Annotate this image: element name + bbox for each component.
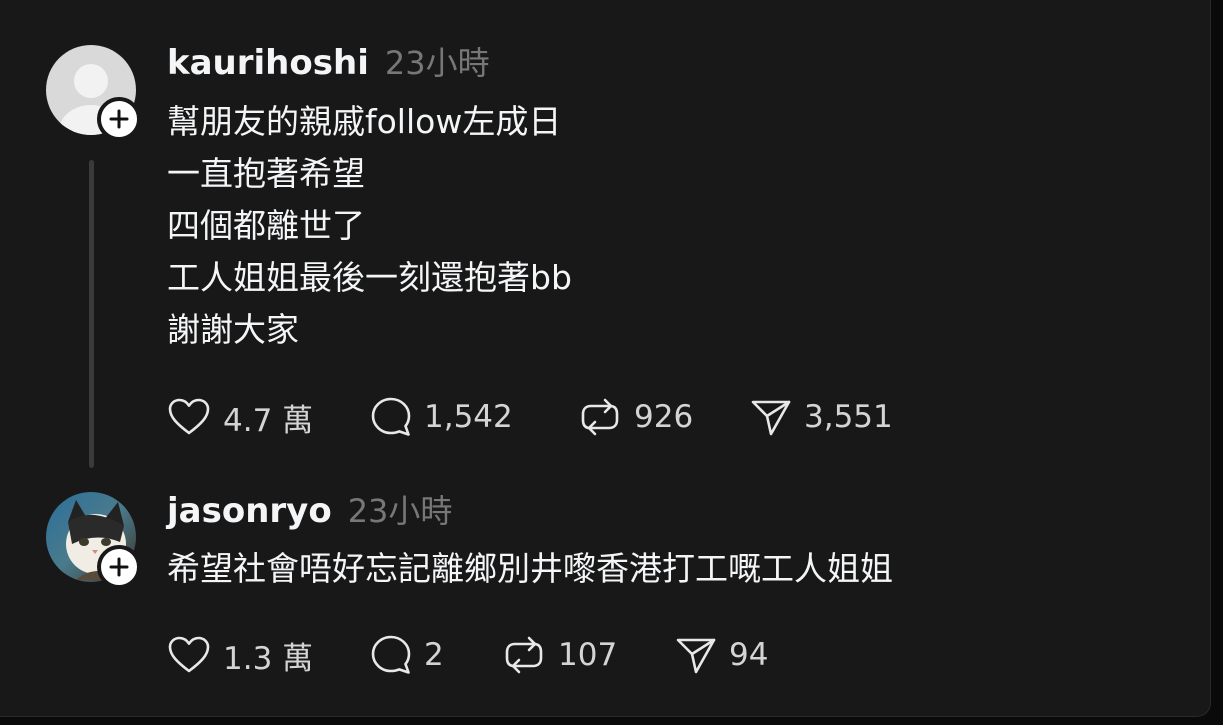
thread-line [89, 160, 94, 468]
timestamp[interactable]: 23小時 [385, 38, 490, 84]
repost-button[interactable]: 926 [578, 394, 693, 440]
follow-button[interactable] [97, 545, 141, 589]
send-icon [751, 400, 791, 436]
plus-icon [109, 109, 129, 129]
reply-button[interactable]: 2 [370, 632, 444, 678]
username[interactable]: kaurihoshi [167, 43, 369, 83]
repost-icon [581, 398, 619, 436]
heart-icon [168, 636, 210, 673]
share-button[interactable]: 94 [675, 632, 768, 678]
post-header: jasonryo 23小時 [167, 486, 452, 532]
send-icon [676, 638, 716, 674]
plus-icon [109, 557, 129, 577]
timestamp[interactable]: 23小時 [348, 486, 453, 532]
post-text-line: 一直抱著希望 [167, 154, 365, 193]
follow-button[interactable] [97, 97, 141, 141]
post-header: kaurihoshi 23小時 [167, 38, 490, 84]
post-body: 希望社會唔好忘記離鄉別井嚟香港打工嘅工人姐姐 [167, 543, 893, 595]
post-text-line: 四個都離世了 [167, 206, 365, 245]
action-bar: 4.7 萬 1,542 926 3,551 [167, 394, 1067, 440]
share-button[interactable]: 3,551 [750, 394, 893, 440]
post-text-line: 幫朋友的親戚follow左成日 [167, 102, 562, 141]
like-count: 4.7 萬 [223, 402, 314, 439]
like-button[interactable]: 4.7 萬 [167, 394, 313, 440]
post-text-line: 謝謝大家 [167, 310, 299, 349]
share-count: 3,551 [804, 399, 893, 435]
share-count: 94 [729, 637, 769, 673]
like-count: 1.3 萬 [223, 640, 314, 677]
comment-bubble-icon [371, 397, 411, 436]
thread-card: kaurihoshi 23小時 幫朋友的親戚follow左成日 一直抱著希望 四… [0, 0, 1211, 717]
comment-bubble-icon [371, 635, 411, 674]
like-button[interactable]: 1.3 萬 [167, 632, 313, 678]
post-text-line: 希望社會唔好忘記離鄉別井嚟香港打工嘅工人姐姐 [167, 549, 893, 588]
heart-icon [168, 398, 210, 435]
repost-count: 107 [558, 637, 618, 673]
repost-icon [505, 636, 543, 674]
action-bar: 1.3 萬 2 107 94 [167, 632, 1067, 678]
repost-button[interactable]: 107 [502, 632, 617, 678]
repost-count: 926 [634, 399, 694, 435]
reply-count: 2 [424, 637, 444, 673]
reply-count: 1,542 [424, 399, 513, 435]
post-text-line: 工人姐姐最後一刻還抱著bb [167, 258, 572, 297]
reply-button[interactable]: 1,542 [370, 394, 513, 440]
username[interactable]: jasonryo [167, 491, 332, 531]
post-body: 幫朋友的親戚follow左成日 一直抱著希望 四個都離世了 工人姐姐最後一刻還抱… [167, 96, 572, 356]
